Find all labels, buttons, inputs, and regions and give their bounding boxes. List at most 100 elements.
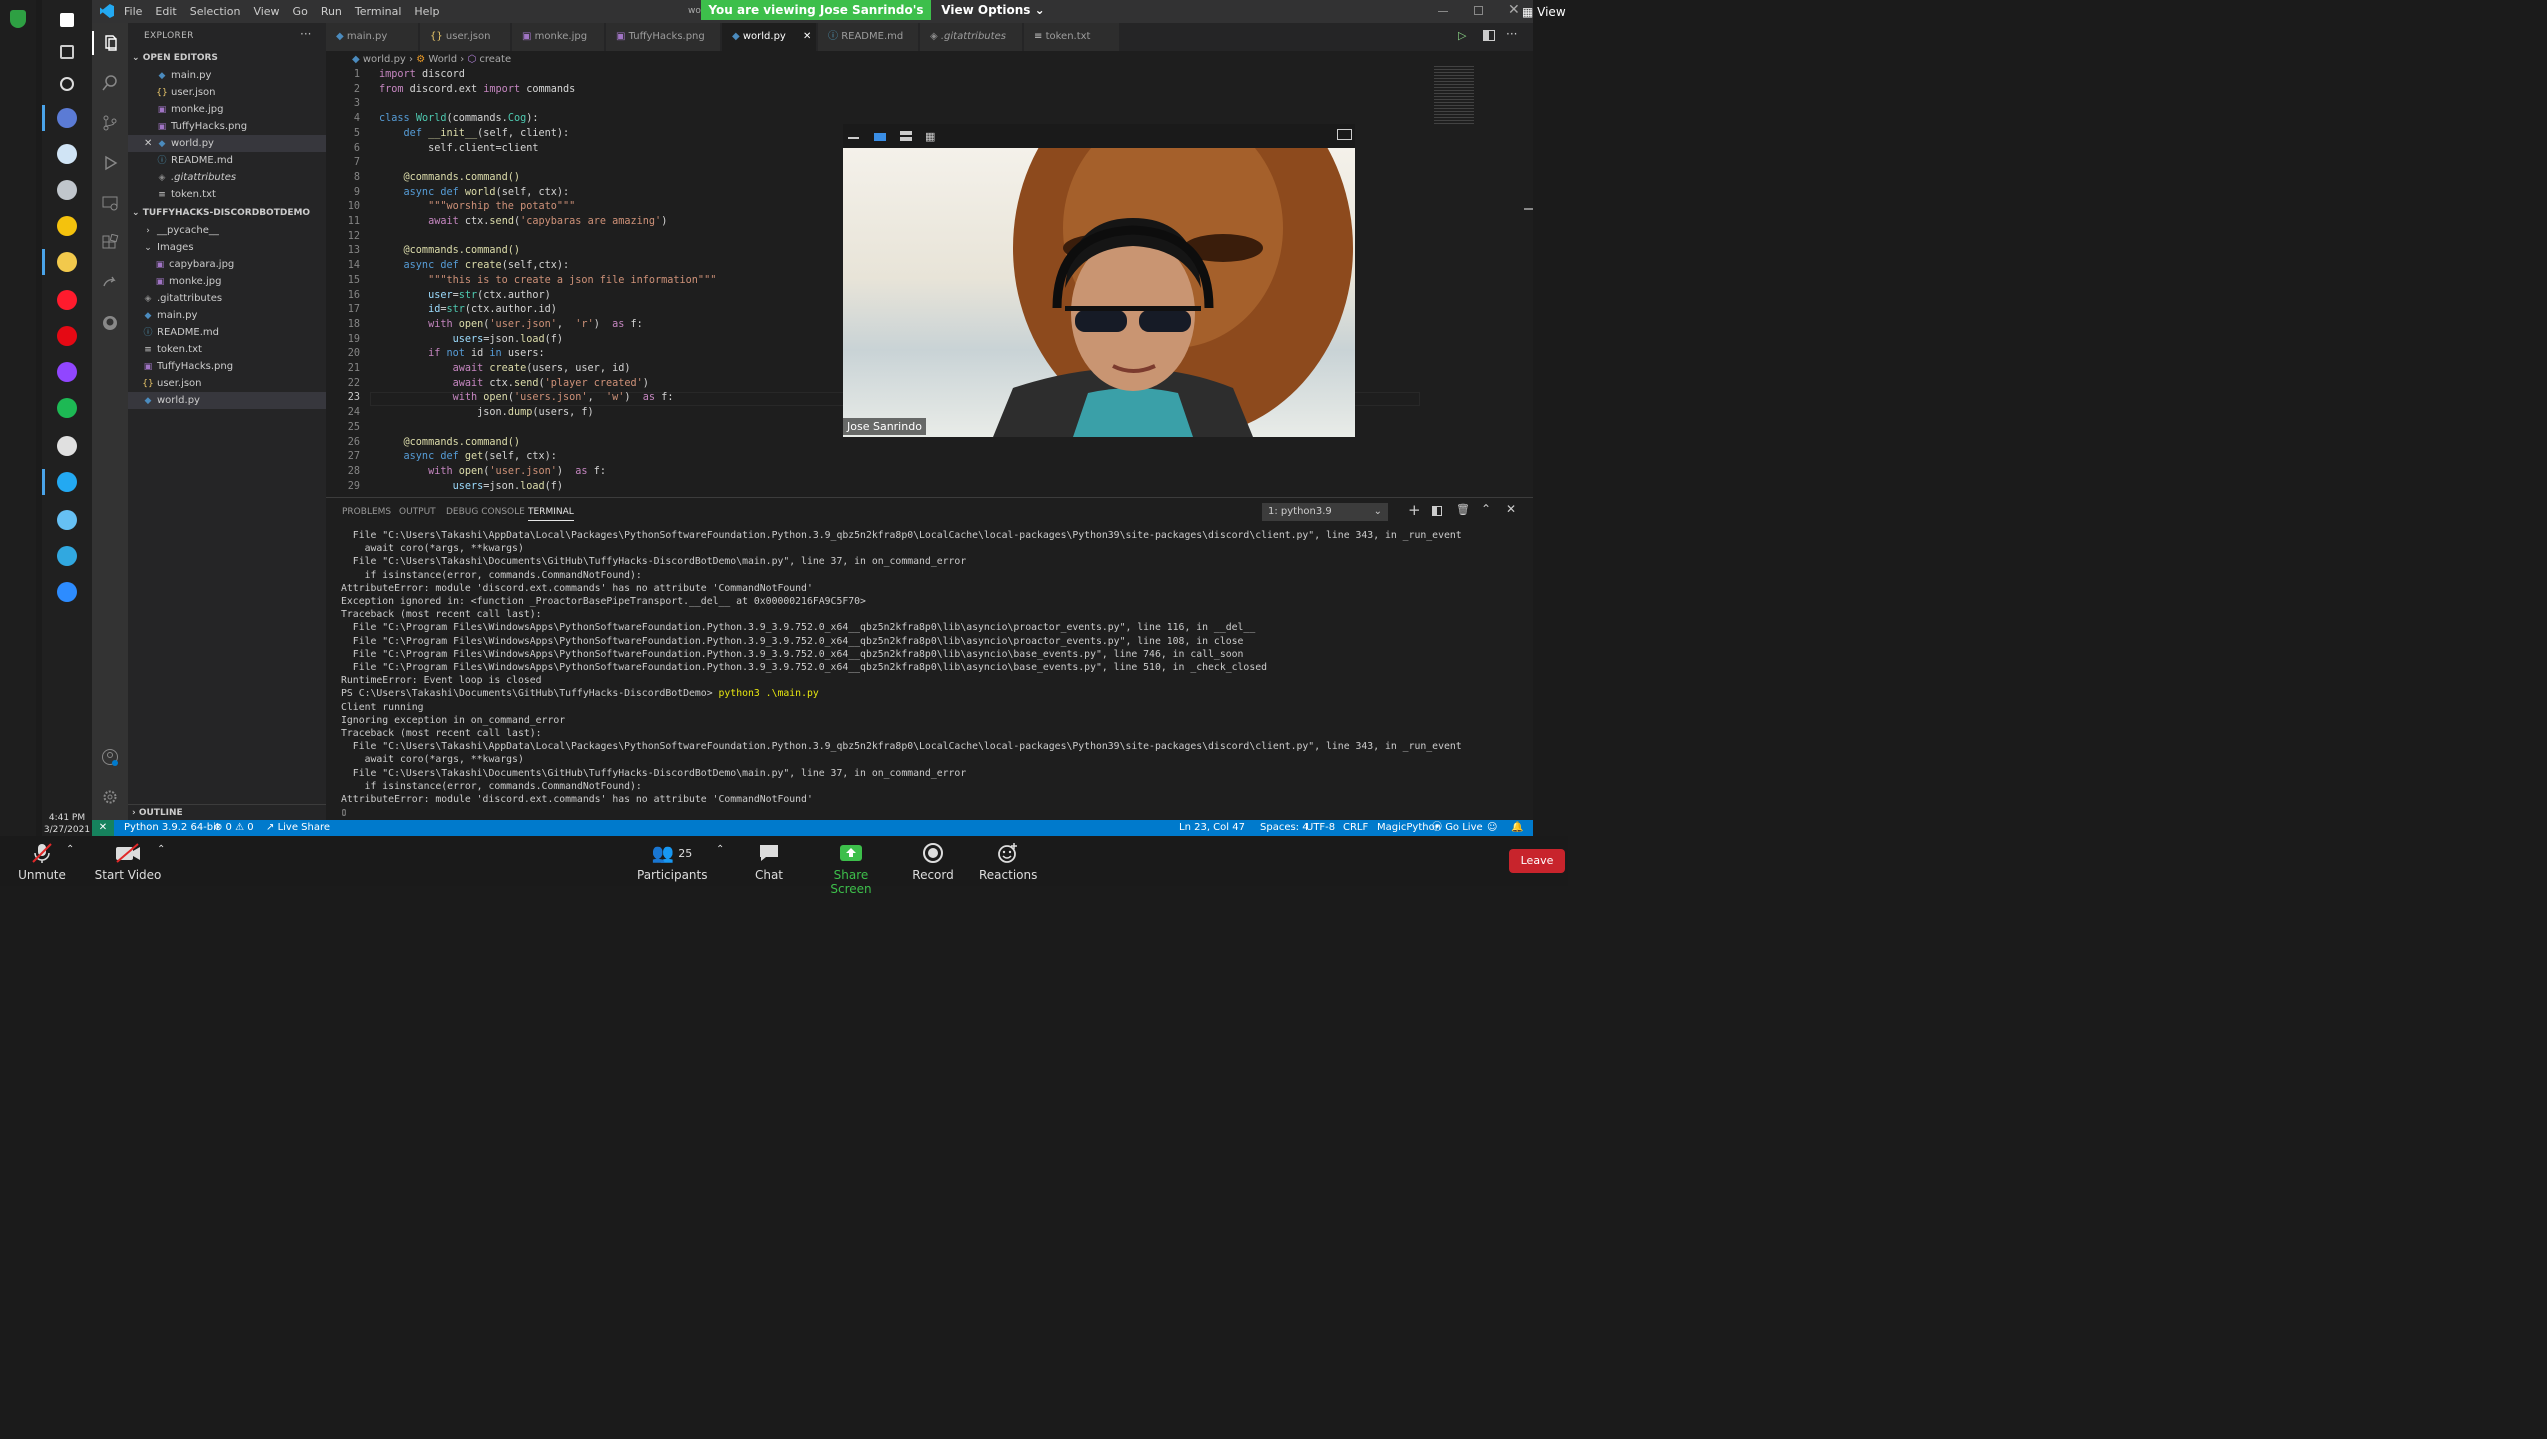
file-tree-item[interactable]: ◈ .gitattributes — [128, 290, 326, 307]
spotify-icon[interactable] — [51, 392, 83, 424]
tab-monke-jpg[interactable]: ▣ monke.jpg — [512, 23, 605, 51]
open-editor-item[interactable]: ▣ monke.jpg — [128, 101, 326, 118]
settings-gear-icon[interactable] — [98, 785, 122, 809]
minimize-icon[interactable] — [1438, 11, 1448, 12]
encoding[interactable]: UTF-8 — [1306, 820, 1335, 836]
trash-icon[interactable]: 🗑 — [1456, 503, 1470, 516]
cursor-position[interactable]: Ln 23, Col 47 — [1179, 820, 1245, 836]
open-editor-item[interactable]: ◆ main.py — [128, 67, 326, 84]
zoom-view-button[interactable]: ▦ View — [1522, 5, 1568, 19]
tab-readme-md[interactable]: ⓘ README.md — [818, 23, 919, 51]
open-editor-item[interactable]: ▣ TuffyHacks.png — [128, 118, 326, 135]
menu-run[interactable]: Run — [321, 5, 342, 18]
unmute-button[interactable]: Unmute — [12, 842, 72, 882]
notifications-icon[interactable]: 🔔 — [1511, 820, 1523, 836]
view-options-button[interactable]: View Options ⌄ — [938, 0, 1048, 20]
chevron-up-icon[interactable]: ⌃ — [716, 844, 724, 855]
steam-like-icon[interactable] — [51, 174, 83, 206]
zoom-icon[interactable] — [51, 576, 83, 608]
chevron-up-icon[interactable]: ⌃ — [66, 844, 74, 855]
more-actions-icon[interactable]: ··· — [300, 27, 311, 41]
file-tree-item[interactable]: ▣ TuffyHacks.png — [128, 358, 326, 375]
open-editor-item[interactable]: ⓘ README.md — [128, 152, 326, 169]
close-panel-icon[interactable]: ✕ — [1506, 502, 1516, 516]
close-icon[interactable]: ✕ — [800, 31, 811, 42]
chevron-up-icon[interactable]: ⌃ — [157, 844, 165, 855]
edge-icon[interactable] — [51, 540, 83, 572]
tab-gitattributes[interactable]: ◈ .gitattributes — [920, 23, 1023, 51]
leave-button[interactable]: Leave — [1509, 849, 1565, 873]
accounts-icon[interactable] — [98, 745, 122, 769]
minimap[interactable] — [1432, 60, 1533, 490]
tab-world-py[interactable]: ◆ world.py ✕ — [722, 23, 817, 51]
tab-tuffyhacks-png[interactable]: ▣ TuffyHacks.png — [606, 23, 721, 51]
reactions-button[interactable]: Reactions — [979, 842, 1037, 882]
menu-file[interactable]: File — [124, 5, 142, 18]
search-icon[interactable] — [51, 36, 83, 68]
terminal-output[interactable]: File "C:\Users\Takashi\AppData\Local\Pac… — [341, 529, 1531, 819]
search-icon[interactable] — [98, 71, 122, 95]
file-tree-item[interactable]: › __pycache__ — [128, 222, 326, 239]
run-icon[interactable]: ▷ — [1458, 29, 1466, 42]
run-debug-icon[interactable] — [98, 151, 122, 175]
record-button[interactable]: Record — [910, 842, 956, 882]
outline-header[interactable]: › OUTLINE — [128, 804, 326, 821]
open-editors-header[interactable]: ⌄ OPEN EDITORS — [128, 50, 326, 67]
breadcrumb-class[interactable]: World — [428, 54, 457, 65]
chat-button[interactable]: Chat — [746, 842, 792, 882]
menu-terminal[interactable]: Terminal — [355, 5, 402, 18]
menu-view[interactable]: View — [253, 5, 279, 18]
file-tree-item[interactable]: {} user.json — [128, 375, 326, 392]
file-tree-item[interactable]: ⌄ Images — [128, 239, 326, 256]
project-header[interactable]: ⌄ TUFFYHACKS-DISCORDBOTDEMO — [128, 205, 326, 222]
remote-indicator-icon[interactable]: ✕ — [92, 820, 114, 836]
file-tree-item[interactable]: ⓘ README.md — [128, 324, 326, 341]
file-tree-item[interactable]: ≡ token.txt — [128, 341, 326, 358]
tab-terminal[interactable]: TERMINAL — [528, 507, 574, 521]
remote-explorer-icon[interactable] — [98, 191, 122, 215]
breadcrumb-method[interactable]: create — [479, 54, 511, 65]
open-editor-item[interactable]: ≡ token.txt — [128, 186, 326, 203]
go-live[interactable]: ⦿ Go Live — [1432, 820, 1483, 836]
tab-main-py[interactable]: ◆ main.py — [326, 23, 419, 51]
source-control-icon[interactable] — [98, 111, 122, 135]
indentation[interactable]: Spaces: 4 — [1260, 820, 1309, 836]
close-icon[interactable]: ✕ — [1508, 2, 1520, 18]
menu-edit[interactable]: Edit — [155, 5, 176, 18]
tab-token-txt[interactable]: ≡ token.txt — [1024, 23, 1120, 51]
live-share-icon[interactable] — [98, 271, 122, 295]
live-share-status[interactable]: ↗ Live Share — [266, 820, 330, 836]
tab-output[interactable]: OUTPUT — [399, 507, 436, 517]
close-icon[interactable]: ✕ — [144, 135, 152, 152]
popout-icon[interactable] — [1337, 129, 1352, 140]
strip-view-icon[interactable] — [900, 131, 912, 141]
problems-count[interactable]: ⊗ 0 ⚠ 0 — [214, 820, 254, 836]
zoom-notification-icon[interactable] — [51, 102, 83, 134]
tab-user-json[interactable]: {} user.json — [420, 23, 511, 51]
breadcrumb-file[interactable]: world.py — [363, 54, 406, 65]
vscode-icon[interactable] — [51, 466, 83, 498]
tab-debug-console[interactable]: DEBUG CONSOLE — [446, 507, 525, 517]
twitch-icon[interactable] — [51, 356, 83, 388]
open-editor-item[interactable]: {} user.json — [128, 84, 326, 101]
chrome-icon[interactable] — [51, 210, 83, 242]
file-explorer-icon[interactable] — [51, 246, 83, 278]
file-tree-item[interactable]: ◆ world.py — [128, 392, 326, 409]
file-tree-item[interactable]: ◆ main.py — [128, 307, 326, 324]
menu-help[interactable]: Help — [414, 5, 439, 18]
speaker-view-icon[interactable] — [874, 133, 886, 141]
opera-icon[interactable] — [51, 284, 83, 316]
feedback-icon[interactable]: ☺ — [1487, 820, 1497, 836]
line-endings[interactable]: CRLF — [1343, 820, 1368, 836]
gallery-view-icon[interactable]: ▦ — [925, 130, 935, 143]
taskbar-clock[interactable]: 4:41 PM 3/27/2021 — [42, 812, 92, 836]
terminal-select[interactable]: 1: python3.9 ⌄ — [1262, 503, 1388, 521]
extensions-icon[interactable] — [98, 231, 122, 255]
desktop-app-icon[interactable] — [51, 138, 83, 170]
cortana-icon[interactable] — [51, 68, 83, 100]
new-terminal-icon[interactable]: + — [1408, 501, 1421, 519]
explorer-icon[interactable] — [92, 31, 128, 55]
split-editor-icon[interactable] — [1483, 30, 1495, 41]
minimize-video-icon[interactable] — [848, 137, 859, 139]
menu-go[interactable]: Go — [293, 5, 308, 18]
